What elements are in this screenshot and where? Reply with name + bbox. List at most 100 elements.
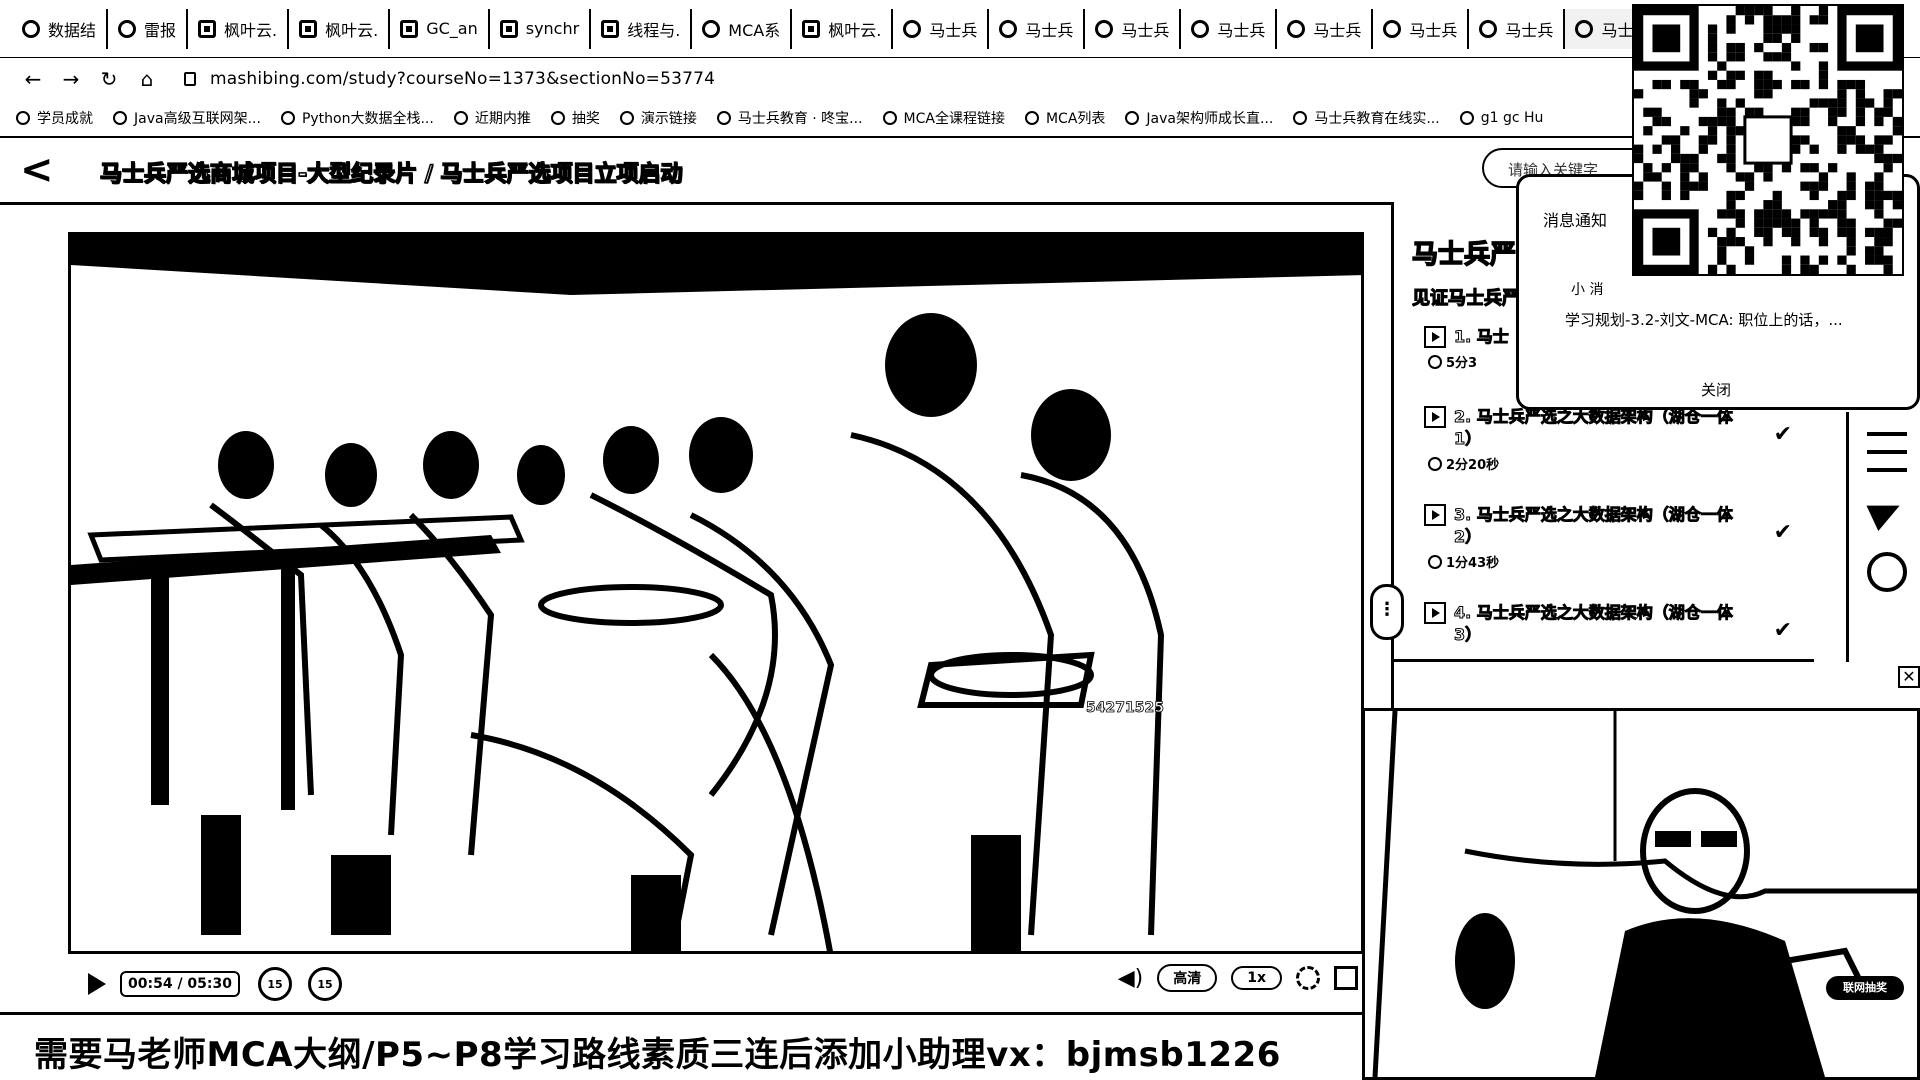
chrome-circle-icon bbox=[1191, 19, 1210, 38]
browser-tab-label: 马士兵 bbox=[1313, 20, 1362, 40]
browser-tab-label: GC_an bbox=[426, 19, 478, 38]
forward-arrow-icon[interactable]: → bbox=[52, 67, 90, 91]
fullscreen-icon[interactable] bbox=[1334, 966, 1358, 990]
bookmark-item[interactable]: 演示链接 bbox=[619, 108, 697, 128]
notification-sender: 小 消 bbox=[1571, 282, 1604, 298]
clock-icon bbox=[1428, 456, 1442, 471]
teacher-camera-frame bbox=[1365, 711, 1917, 1077]
browser-tab[interactable]: 马士兵 bbox=[1181, 8, 1278, 49]
browser-tab-label: 马士兵 bbox=[1217, 20, 1266, 40]
edit-icon[interactable] bbox=[1867, 552, 1907, 592]
browser-tab[interactable]: 数据结 bbox=[12, 8, 109, 49]
bookmark-label: g1 gc Hu bbox=[1480, 110, 1544, 126]
clock-icon bbox=[1428, 354, 1442, 369]
bookmark-icon bbox=[453, 111, 468, 125]
speed-selector[interactable]: 1x bbox=[1231, 966, 1282, 990]
check-icon: ✔ bbox=[1773, 618, 1792, 643]
chrome-circle-icon bbox=[22, 19, 40, 38]
playlist-item-duration: 1分43秒 bbox=[1428, 552, 1499, 571]
browser-tab[interactable]: 马士兵 bbox=[989, 8, 1086, 49]
browser-tab[interactable]: 马士兵 bbox=[1469, 8, 1566, 49]
bookmark-item[interactable]: 学员成就 bbox=[16, 108, 93, 128]
playlist-item-duration: 5分3 bbox=[1428, 352, 1477, 371]
bookmark-label: 马士兵教育 · 咚宝... bbox=[737, 111, 863, 127]
teacher-camera-pip[interactable] bbox=[1362, 708, 1920, 1080]
pip-close-button[interactable]: ✕ bbox=[1898, 666, 1920, 688]
playlist-item-name: 4. 马士兵严选之大数据架构（湖仓一体3） bbox=[1454, 603, 1734, 645]
browser-tab[interactable]: 马士兵 bbox=[893, 8, 990, 49]
browser-tab[interactable]: GC_an bbox=[390, 8, 490, 49]
lock-icon[interactable] bbox=[184, 72, 196, 86]
notification-message[interactable]: 学习规划-3.2-刘文-MCA: 职位上的话，... bbox=[1565, 309, 1843, 330]
notification-title: 消息通知 bbox=[1543, 211, 1608, 230]
bookmark-icon bbox=[1293, 111, 1308, 125]
browser-tab-label: 马士兵 bbox=[1025, 20, 1074, 40]
video-player[interactable] bbox=[68, 232, 1364, 954]
qr-code-image bbox=[1634, 6, 1902, 274]
rewind-15-button[interactable]: 15 bbox=[258, 967, 292, 1001]
lottery-badge[interactable]: 联网抽奖 bbox=[1826, 976, 1904, 1000]
back-chevron-icon[interactable]: < bbox=[20, 150, 54, 190]
playlist-toggle-button[interactable]: ⋮ bbox=[1370, 584, 1404, 640]
bookmark-icon bbox=[1459, 111, 1474, 125]
browser-tab[interactable]: 枫叶云. bbox=[792, 8, 894, 49]
quality-selector[interactable]: 高清 bbox=[1157, 964, 1218, 992]
chrome-circle-icon bbox=[702, 19, 721, 38]
forward-15-button[interactable]: 15 bbox=[308, 967, 342, 1001]
browser-tab[interactable]: 枫叶云. bbox=[188, 8, 290, 49]
bookmark-icon bbox=[550, 111, 565, 125]
browser-tab-label: 枫叶云. bbox=[325, 20, 379, 40]
bookmark-icon bbox=[716, 111, 731, 125]
list-icon[interactable] bbox=[1867, 432, 1907, 472]
browser-tab[interactable]: 马士兵 bbox=[1373, 8, 1470, 49]
playlist-item-name: 3. 马士兵严选之大数据架构（湖仓一体2） bbox=[1454, 505, 1734, 547]
address-input[interactable]: mashibing.com/study?courseNo=1373&sectio… bbox=[210, 69, 715, 89]
bookmark-item[interactable]: g1 gc Hu bbox=[1459, 110, 1544, 126]
browser-tab[interactable]: 马士兵 bbox=[1277, 8, 1374, 49]
bookmark-item[interactable]: Java高级互联网架... bbox=[113, 108, 261, 128]
chrome-circle-icon bbox=[903, 19, 922, 38]
chrome-circle-icon bbox=[1287, 19, 1306, 38]
volume-icon[interactable]: ◀) bbox=[1118, 966, 1144, 991]
browser-tab[interactable]: 雷报 bbox=[108, 8, 189, 49]
playlist-item[interactable]: 3. 马士兵严选之大数据架构（湖仓一体2） 1分43秒 ✔ bbox=[1424, 504, 1792, 573]
bookmark-item[interactable]: 近期内推 bbox=[453, 108, 531, 128]
bookmark-item[interactable]: Java架构师成长直... bbox=[1125, 108, 1273, 128]
bookmark-label: Java高级互联网架... bbox=[134, 111, 261, 127]
bookmark-item[interactable]: 抽奖 bbox=[550, 108, 600, 128]
browser-tab[interactable]: synchr bbox=[490, 8, 592, 49]
browser-tab[interactable]: 线程与. bbox=[591, 8, 693, 49]
bookmark-item[interactable]: Python大数据全栈... bbox=[280, 108, 434, 128]
reload-icon[interactable]: ↻ bbox=[90, 67, 128, 91]
bookmark-item[interactable]: MCA列表 bbox=[1024, 108, 1105, 128]
browser-tab[interactable]: 枫叶云. bbox=[289, 8, 391, 49]
browser-tab-label: 数据结 bbox=[48, 20, 97, 40]
send-icon[interactable] bbox=[1867, 492, 1907, 532]
settings-gear-icon[interactable] bbox=[1296, 966, 1320, 990]
bookmark-item[interactable]: MCA全课程链接 bbox=[882, 108, 1005, 128]
browser-tab-label: 雷报 bbox=[144, 20, 177, 40]
notification-close-button[interactable]: 关闭 bbox=[1701, 379, 1731, 400]
bookmark-label: 抽奖 bbox=[571, 111, 600, 127]
browser-tab-label: 枫叶云. bbox=[224, 20, 278, 40]
bookmark-item[interactable]: 马士兵教育在线实... bbox=[1293, 108, 1440, 128]
playlist-item[interactable]: 4. 马士兵严选之大数据架构（湖仓一体3） ✔ bbox=[1424, 602, 1792, 646]
square-icon bbox=[400, 19, 419, 38]
home-icon[interactable]: ⌂ bbox=[128, 67, 166, 91]
check-icon: ✔ bbox=[1773, 520, 1792, 545]
playlist-title: 马士兵严 bbox=[1411, 239, 1517, 271]
now-playing-icon bbox=[1424, 326, 1446, 348]
browser-tab-label: 线程与. bbox=[627, 20, 681, 40]
square-icon bbox=[802, 19, 821, 38]
browser-tab-label: 马士兵 bbox=[929, 20, 978, 40]
play-icon[interactable] bbox=[88, 973, 106, 995]
browser-tab-label: 马士 bbox=[1601, 20, 1634, 40]
bookmark-item[interactable]: 马士兵教育 · 咚宝... bbox=[716, 108, 863, 128]
bookmark-icon bbox=[1024, 111, 1039, 125]
browser-tab[interactable]: MCA系 bbox=[692, 8, 793, 49]
bookmark-icon bbox=[1125, 111, 1140, 125]
browser-tab[interactable]: 马士兵 bbox=[1085, 8, 1182, 49]
player-control-bar: 00:54 / 05:30 15 15 ◀) 高清 1x bbox=[68, 956, 1364, 1012]
back-arrow-icon[interactable]: ← bbox=[14, 67, 52, 91]
playlist-item[interactable]: 2. 马士兵严选之大数据架构（湖仓一体1） 2分20秒 ✔ bbox=[1424, 406, 1792, 475]
